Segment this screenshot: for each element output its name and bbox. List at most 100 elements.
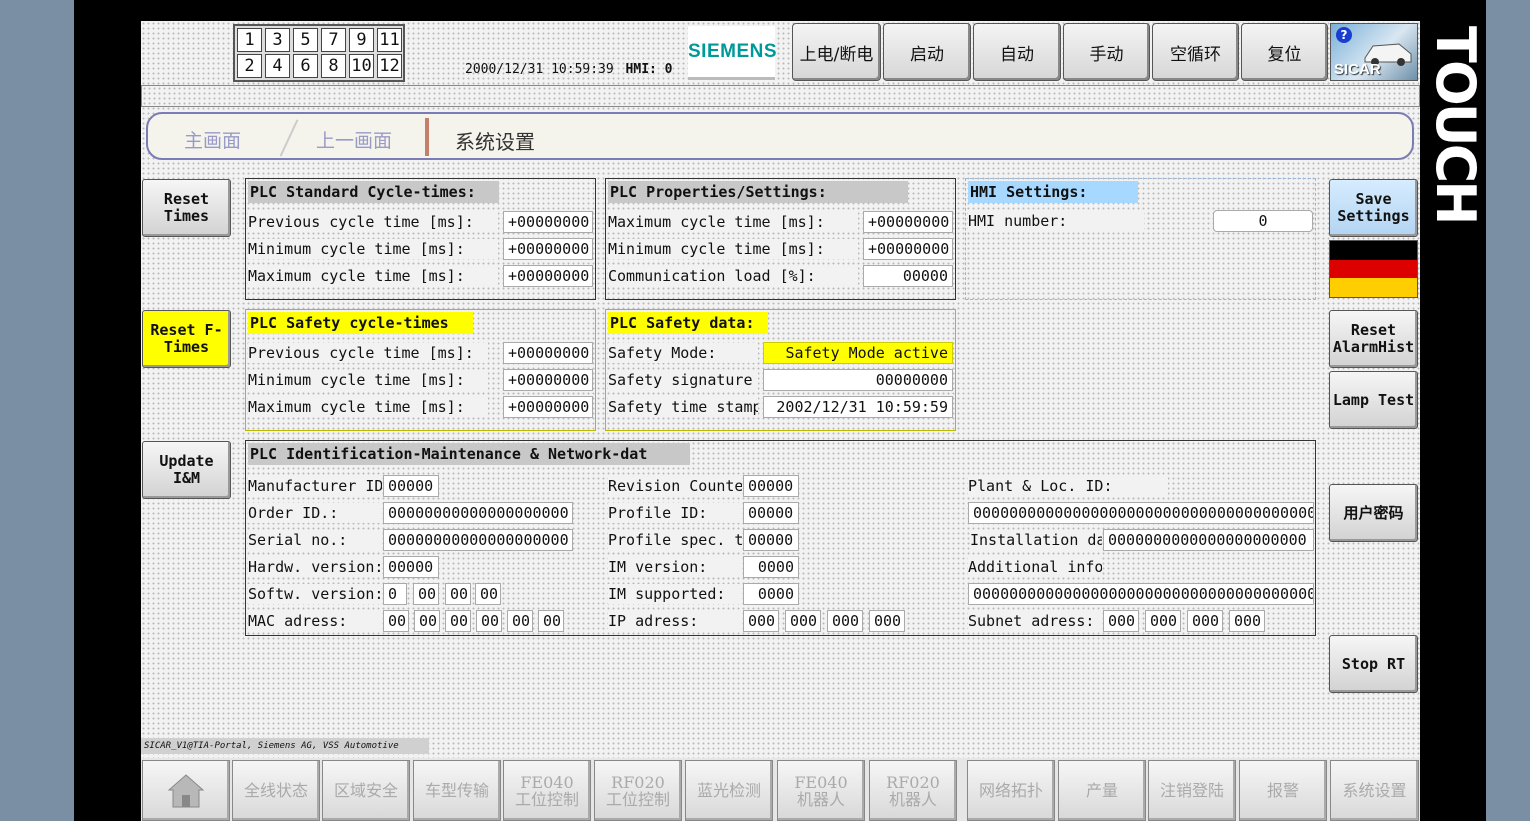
station-button[interactable]: 7 [321, 28, 346, 52]
manual-button[interactable]: 手动 [1063, 23, 1150, 81]
order-id-value: 00000000000000000000 [383, 502, 573, 524]
field-label: Maximum cycle time [ms]: [608, 212, 858, 232]
software-version-part: 00 [413, 583, 439, 605]
nav-system-settings[interactable]: 系统设置 [1330, 760, 1419, 821]
breadcrumb-home[interactable]: 主画面 [184, 126, 241, 153]
station-button[interactable]: 8 [321, 54, 346, 78]
lamp-test-button[interactable]: Lamp Test [1329, 371, 1418, 429]
auto-button[interactable]: 自动 [973, 23, 1061, 81]
home-button[interactable] [142, 760, 230, 821]
station-button[interactable]: 6 [293, 54, 318, 78]
breadcrumb-divider [425, 118, 429, 156]
nav-model-transfer[interactable]: 车型传输 [413, 760, 501, 821]
plc-properties-panel: PLC Properties/Settings: Maximum cycle t… [605, 178, 956, 300]
save-settings-button[interactable]: Save Settings [1329, 179, 1418, 237]
hmi-number-input[interactable]: 0 [1213, 210, 1313, 232]
field-label: Safety time stamp [608, 397, 758, 417]
field-label: Minimum cycle time [ms]: [248, 370, 488, 390]
plant-loc-id-value: 00000000000000000000000000000000000000 [968, 502, 1314, 524]
serial-no-value: 00000000000000000000 [383, 529, 573, 551]
station-button[interactable]: 12 [377, 54, 402, 78]
nav-logout[interactable]: 注销登陆 [1148, 760, 1236, 821]
safety-minimum-cycle-value: +00000000 [503, 369, 593, 391]
field-label: Safety signature [608, 370, 758, 390]
nav-line-status[interactable]: 全线状态 [232, 760, 320, 821]
start-button[interactable]: 启动 [883, 23, 971, 81]
plc-min-cycle-value[interactable]: +00000000 [863, 238, 953, 260]
field-label: IM version: [608, 557, 742, 577]
safety-timestamp-value: 2002/12/31 10:59:59 [763, 396, 953, 418]
im-version-value: 0000 [743, 556, 799, 578]
stop-rt-button[interactable]: Stop RT [1329, 635, 1418, 693]
nav-alarms[interactable]: 报警 [1239, 760, 1327, 821]
field-label: Minimum cycle time [ms]: [608, 239, 858, 259]
communication-load-value[interactable]: 00000 [863, 265, 953, 287]
station-button[interactable]: 5 [293, 28, 318, 52]
field-label: Minimum cycle time [ms]: [248, 239, 498, 259]
hmi-settings-panel: HMI Settings: HMI number: 0 [965, 178, 1316, 300]
mac-address-part: 00 [383, 610, 409, 632]
siemens-logo: SIEMENS [688, 26, 778, 80]
plc-safety-data-panel: PLC Safety data: Safety Mode: Safety Mod… [605, 309, 956, 431]
touch-label: TOUCH [1424, 26, 1487, 223]
nav-fe040-robot[interactable]: FE040 机器人 [777, 760, 865, 821]
dry-cycle-button[interactable]: 空循环 [1152, 23, 1239, 81]
station-button[interactable]: 11 [377, 28, 402, 52]
field-label: HMI number: [968, 211, 1144, 231]
field-label: Maximum cycle time [ms]: [248, 397, 488, 417]
sicar-button[interactable]: ? SICAR [1330, 23, 1418, 81]
nav-rf020-station[interactable]: RF020 工位控制 [594, 760, 682, 821]
safety-maximum-cycle-value: +00000000 [503, 396, 593, 418]
nav-network-topology[interactable]: 网络拓扑 [967, 760, 1055, 821]
help-icon[interactable]: ? [1336, 27, 1352, 43]
nav-fe040-station[interactable]: FE040 工位控制 [503, 760, 591, 821]
plc-max-cycle-value[interactable]: +00000000 [863, 211, 953, 233]
mac-address-part: 00 [538, 610, 564, 632]
nav-bluelight-check[interactable]: 蓝光检测 [685, 760, 773, 821]
station-number-grid: 1 3 5 7 9 11 2 4 6 8 10 12 [233, 24, 405, 82]
field-label: IM supported: [608, 584, 742, 604]
nav-rf020-robot[interactable]: RF020 机器人 [869, 760, 957, 821]
reset-times-button[interactable]: Reset Times [142, 179, 231, 237]
breadcrumb-previous[interactable]: 上一画面 [316, 126, 392, 153]
logo-text: SIEMENS [688, 41, 778, 62]
power-button[interactable]: 上电/断电 [792, 23, 881, 81]
reset-button[interactable]: 复位 [1241, 23, 1328, 81]
hmi-indicator: HMI: 0 [625, 62, 673, 77]
field-label: Serial no.: [248, 530, 382, 550]
mac-address-part: 00 [507, 610, 533, 632]
update-im-button[interactable]: Update I&M [142, 441, 231, 499]
user-password-button[interactable]: 用户密码 [1329, 484, 1418, 542]
field-label: MAC adress: [248, 611, 382, 631]
identification-panel: PLC Identification-Maintenance & Network… [245, 440, 1316, 636]
subnet-address-part: 000 [1103, 610, 1139, 632]
ip-address-part: 000 [743, 610, 779, 632]
panel-title: HMI Settings: [968, 181, 1138, 203]
field-label: Communication load [%]: [608, 266, 858, 286]
reset-alarmhist-button[interactable]: Reset AlarmHist [1329, 310, 1418, 368]
station-button[interactable]: 1 [237, 28, 262, 52]
panel-title: PLC Safety data: [608, 312, 768, 334]
station-button[interactable]: 4 [265, 54, 290, 78]
field-label: Previous cycle time [ms]: [248, 212, 498, 232]
station-button[interactable]: 9 [349, 28, 374, 52]
field-label: Order ID.: [248, 503, 382, 523]
reset-ftimes-button[interactable]: Reset F-Times [142, 310, 231, 368]
nav-area-safety[interactable]: 区域安全 [322, 760, 410, 821]
hardware-version-value: 00000 [383, 556, 439, 578]
field-label: Safety Mode: [608, 343, 758, 363]
german-flag-icon[interactable] [1329, 240, 1418, 298]
home-icon [167, 773, 205, 807]
nav-production[interactable]: 产量 [1058, 760, 1146, 821]
maximum-cycle-value: +00000000 [503, 265, 593, 287]
revision-counter-value: 00000 [743, 475, 799, 497]
field-label: Revision Counter [608, 476, 742, 496]
station-button[interactable]: 10 [349, 54, 374, 78]
station-button[interactable]: 2 [237, 54, 262, 78]
station-button[interactable]: 3 [265, 28, 290, 52]
plc-safety-times-panel: PLC Safety cycle-times Previous cycle ti… [245, 309, 596, 431]
installation-date-value: 0000000000000000000000 [1103, 529, 1314, 551]
software-version-part: 0 [383, 583, 407, 605]
safety-mode-value: Safety Mode active [763, 342, 953, 364]
message-strip [141, 85, 1420, 107]
